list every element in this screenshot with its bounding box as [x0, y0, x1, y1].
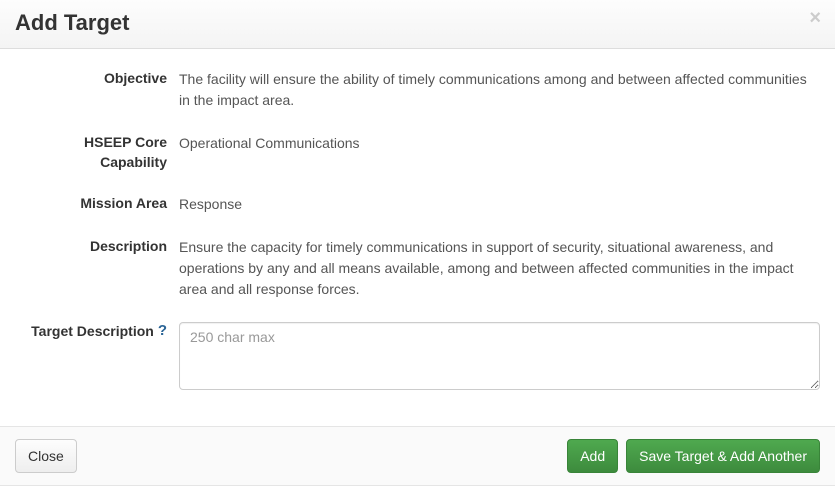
modal-footer: Close Add Save Target & Add Another [0, 426, 835, 485]
label-hseep: HSEEP Core Capability [15, 133, 175, 172]
label-description: Description [15, 237, 175, 257]
row-mission-area: Mission Area Response [15, 194, 820, 215]
value-objective: The facility will ensure the ability of … [175, 69, 820, 111]
add-target-modal: Add Target × Objective The facility will… [0, 0, 835, 486]
value-description: Ensure the capacity for timely communica… [175, 237, 820, 300]
value-target-description [175, 322, 820, 396]
add-button[interactable]: Add [567, 439, 618, 473]
save-add-another-button[interactable]: Save Target & Add Another [626, 439, 820, 473]
row-description: Description Ensure the capacity for time… [15, 237, 820, 300]
label-objective: Objective [15, 69, 175, 89]
modal-title: Add Target [15, 10, 820, 36]
footer-left: Close [15, 439, 77, 473]
help-icon[interactable]: ? [158, 323, 167, 338]
label-target-description-wrap: Target Description ? [15, 322, 175, 342]
close-button[interactable]: Close [15, 439, 77, 473]
row-target-description: Target Description ? [15, 322, 820, 396]
value-mission-area: Response [175, 194, 820, 215]
target-description-input[interactable] [179, 322, 820, 390]
row-hseep: HSEEP Core Capability Operational Commun… [15, 133, 820, 172]
modal-header: Add Target × [0, 0, 835, 49]
modal-body: Objective The facility will ensure the a… [0, 49, 835, 426]
label-target-description: Target Description [31, 322, 154, 342]
value-hseep: Operational Communications [175, 133, 820, 154]
footer-right: Add Save Target & Add Another [567, 439, 820, 473]
label-mission-area: Mission Area [15, 194, 175, 214]
row-objective: Objective The facility will ensure the a… [15, 69, 820, 111]
close-icon[interactable]: × [809, 8, 821, 28]
